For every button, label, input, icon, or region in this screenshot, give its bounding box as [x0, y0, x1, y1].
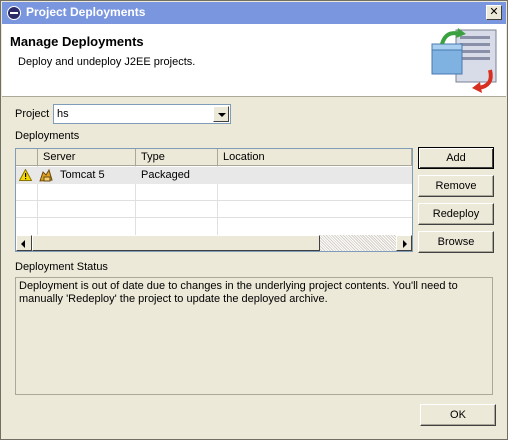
column-header-type[interactable]: Type	[136, 149, 218, 166]
window-title: Project Deployments	[26, 5, 146, 19]
add-button[interactable]: Add	[418, 147, 494, 169]
project-select-value: hs	[57, 108, 69, 120]
eclipse-icon	[7, 6, 21, 20]
table-header: Server Type Location	[16, 149, 412, 166]
column-header-status[interactable]	[16, 149, 38, 166]
chevron-down-icon[interactable]	[213, 106, 229, 122]
tomcat-icon	[39, 168, 53, 182]
ok-button[interactable]: OK	[420, 404, 496, 426]
deployments-label: Deployments	[15, 130, 80, 142]
banner-description: Deploy and undeploy J2EE projects.	[18, 56, 196, 68]
deployment-status-text: Deployment is out of date due to changes…	[15, 277, 493, 395]
redeploy-button[interactable]: Redeploy	[418, 203, 494, 225]
scrollbar-thumb[interactable]	[32, 235, 320, 251]
deployment-wizard-icon	[431, 28, 497, 93]
project-select[interactable]: hs	[53, 104, 231, 124]
deployment-status-label: Deployment Status	[15, 261, 108, 273]
cell-server: Tomcat 5	[60, 169, 105, 181]
horizontal-scrollbar[interactable]	[16, 235, 412, 251]
close-button[interactable]: ✕	[486, 5, 502, 20]
cell-type: Packaged	[141, 169, 190, 181]
warning-icon	[19, 169, 32, 181]
browse-button[interactable]: Browse	[418, 231, 494, 253]
grid-line	[16, 217, 412, 218]
scroll-right-icon[interactable]	[396, 235, 412, 251]
title-bar[interactable]: Project Deployments ✕	[2, 2, 506, 24]
project-label: Project	[15, 108, 50, 120]
scroll-left-icon[interactable]	[16, 235, 32, 251]
cell-location	[219, 167, 223, 184]
scrollbar-track[interactable]	[320, 235, 396, 251]
banner-title: Manage Deployments	[10, 34, 144, 49]
table-row[interactable]: Tomcat 5 Packaged	[16, 167, 412, 184]
column-header-location[interactable]: Location	[218, 149, 412, 166]
project-deployments-dialog: Project Deployments ✕ Manage Deployments…	[0, 0, 508, 440]
header-banner: Manage Deployments Deploy and undeploy J…	[2, 24, 506, 97]
deployments-table[interactable]: Server Type Location Tomcat 5 Packaged	[15, 148, 413, 252]
column-header-server[interactable]: Server	[38, 149, 136, 166]
remove-button[interactable]: Remove	[418, 175, 494, 197]
grid-line	[16, 200, 412, 201]
